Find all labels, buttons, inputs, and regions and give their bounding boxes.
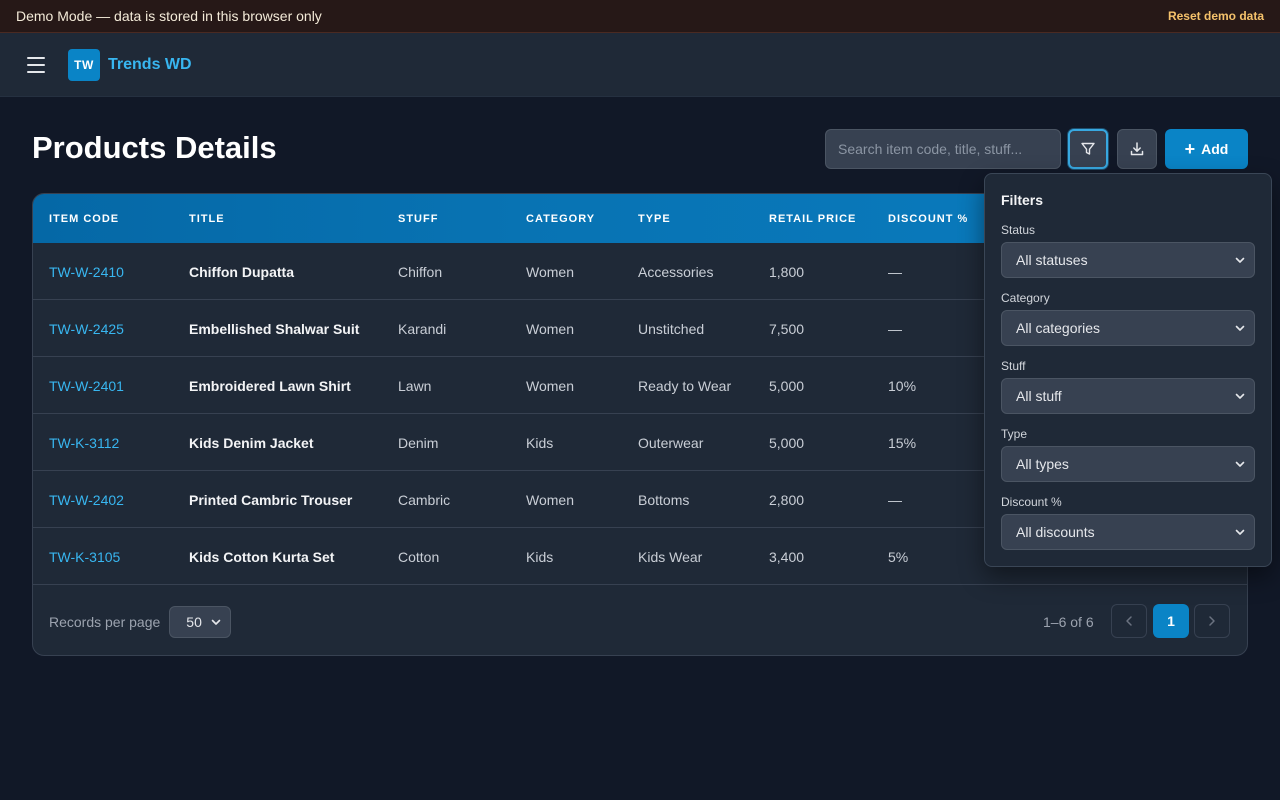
status-filter-select[interactable]: All statuses [1001, 242, 1255, 278]
item-stuff: Cotton [398, 548, 440, 565]
item-stuff: Karandi [398, 320, 447, 337]
item-price: 5,000 [769, 434, 805, 451]
discount-filter-value: All discounts [1016, 524, 1095, 540]
type-filter-value: All types [1016, 456, 1069, 472]
item-category: Women [526, 377, 574, 394]
status-filter-value: All statuses [1016, 252, 1088, 268]
status-filter-label: Status [1001, 223, 1036, 237]
download-icon [1130, 142, 1144, 156]
discount-filter-label: Discount % [1001, 495, 1062, 509]
item-price: 2,800 [769, 491, 805, 508]
item-type: Kids Wear [638, 548, 703, 565]
column-header-discount[interactable]: DISCOUNT % [888, 194, 968, 243]
type-filter-select[interactable]: All types [1001, 446, 1255, 482]
item-title: Kids Cotton Kurta Set [189, 548, 335, 565]
column-header-category[interactable]: CATEGORY [526, 194, 595, 243]
item-category: Kids [526, 434, 554, 451]
item-type: Bottoms [638, 491, 690, 508]
item-stuff: Lawn [398, 377, 432, 394]
item-type: Accessories [638, 263, 714, 280]
item-code-link[interactable]: TW-W-2401 [49, 357, 124, 414]
search-input[interactable] [825, 129, 1061, 169]
column-header-title[interactable]: TITLE [189, 194, 225, 243]
chevron-down-icon [1235, 257, 1245, 263]
item-category: Women [526, 491, 574, 508]
reset-demo-link[interactable]: Reset demo data [1168, 9, 1264, 23]
demo-message: Demo Mode — data is stored in this brows… [16, 8, 322, 24]
item-code-link[interactable]: TW-W-2402 [49, 471, 124, 528]
item-category: Women [526, 263, 574, 280]
item-stuff: Denim [398, 434, 439, 451]
item-title: Embellished Shalwar Suit [189, 320, 360, 337]
category-filter-value: All categories [1016, 320, 1101, 336]
chevron-left-icon [1126, 616, 1132, 626]
item-price: 1,800 [769, 263, 805, 280]
table-footer: Records per page 50 1–6 of 6 1 [33, 586, 1247, 655]
item-code-link[interactable]: TW-K-3112 [49, 414, 119, 471]
previous-page-button[interactable] [1111, 604, 1147, 638]
item-type: Unstitched [638, 320, 705, 337]
column-header-retail-price[interactable]: RETAIL PRICE [769, 194, 856, 243]
brand-logo[interactable]: TW [68, 48, 100, 81]
item-code-link[interactable]: TW-W-2425 [49, 300, 124, 357]
item-price: 3,400 [769, 548, 805, 565]
page-title: Products Details [32, 130, 277, 165]
filters-panel: Filters Status All statuses Category All… [984, 173, 1272, 567]
stuff-filter-value: All stuff [1016, 388, 1062, 404]
chevron-right-icon [1209, 616, 1215, 626]
chevron-down-icon [1235, 529, 1245, 535]
pagination-range: 1–6 of 6 [1043, 613, 1094, 630]
column-header-stuff[interactable]: STUFF [398, 194, 438, 243]
item-category: Women [526, 320, 574, 337]
add-button-label: Add [1201, 141, 1229, 157]
app-header: TW Trends WD [0, 33, 1280, 97]
next-page-button[interactable] [1194, 604, 1230, 638]
chevron-down-icon [1235, 461, 1245, 467]
records-per-page-value: 50 [186, 613, 202, 630]
filters-title: Filters [1001, 192, 1044, 208]
download-button[interactable] [1117, 129, 1157, 169]
item-title: Chiffon Dupatta [189, 263, 294, 280]
brand-name[interactable]: Trends WD [108, 56, 192, 74]
item-title: Embroidered Lawn Shirt [189, 377, 351, 394]
item-discount: 10% [888, 377, 917, 394]
stuff-filter-select[interactable]: All stuff [1001, 378, 1255, 414]
records-per-page-select[interactable]: 50 [169, 605, 232, 638]
records-per-page-label: Records per page [49, 613, 161, 630]
item-title: Kids Denim Jacket [189, 434, 314, 451]
chevron-down-icon [211, 619, 221, 625]
item-type: Outerwear [638, 434, 704, 451]
item-price: 7,500 [769, 320, 805, 337]
filter-icon [1081, 142, 1095, 155]
item-discount: — [888, 491, 902, 508]
stuff-filter-label: Stuff [1001, 359, 1026, 373]
category-filter-select[interactable]: All categories [1001, 310, 1255, 346]
item-discount: — [888, 320, 902, 337]
item-stuff: Chiffon [398, 263, 443, 280]
plus-icon: + [1184, 139, 1196, 159]
item-code-link[interactable]: TW-K-3105 [49, 528, 120, 585]
item-discount: 15% [888, 434, 917, 451]
item-price: 5,000 [769, 377, 805, 394]
chevron-down-icon [1235, 325, 1245, 331]
type-filter-label: Type [1001, 427, 1028, 441]
column-header-item-code[interactable]: ITEM CODE [49, 194, 119, 243]
item-discount: — [888, 263, 902, 280]
column-header-type[interactable]: TYPE [638, 194, 671, 243]
item-stuff: Cambric [398, 491, 451, 508]
chevron-down-icon [1235, 393, 1245, 399]
hamburger-icon[interactable] [24, 53, 48, 77]
item-category: Kids [526, 548, 554, 565]
page-1-button[interactable]: 1 [1153, 604, 1189, 638]
discount-filter-select[interactable]: All discounts [1001, 514, 1255, 550]
item-discount: 5% [888, 548, 909, 565]
item-type: Ready to Wear [638, 377, 732, 394]
item-title: Printed Cambric Trouser [189, 491, 353, 508]
category-filter-label: Category [1001, 291, 1050, 305]
filter-button[interactable] [1068, 129, 1108, 169]
demo-banner: Demo Mode — data is stored in this brows… [0, 0, 1280, 33]
item-code-link[interactable]: TW-W-2410 [49, 243, 124, 300]
add-button[interactable]: + Add [1165, 129, 1248, 169]
